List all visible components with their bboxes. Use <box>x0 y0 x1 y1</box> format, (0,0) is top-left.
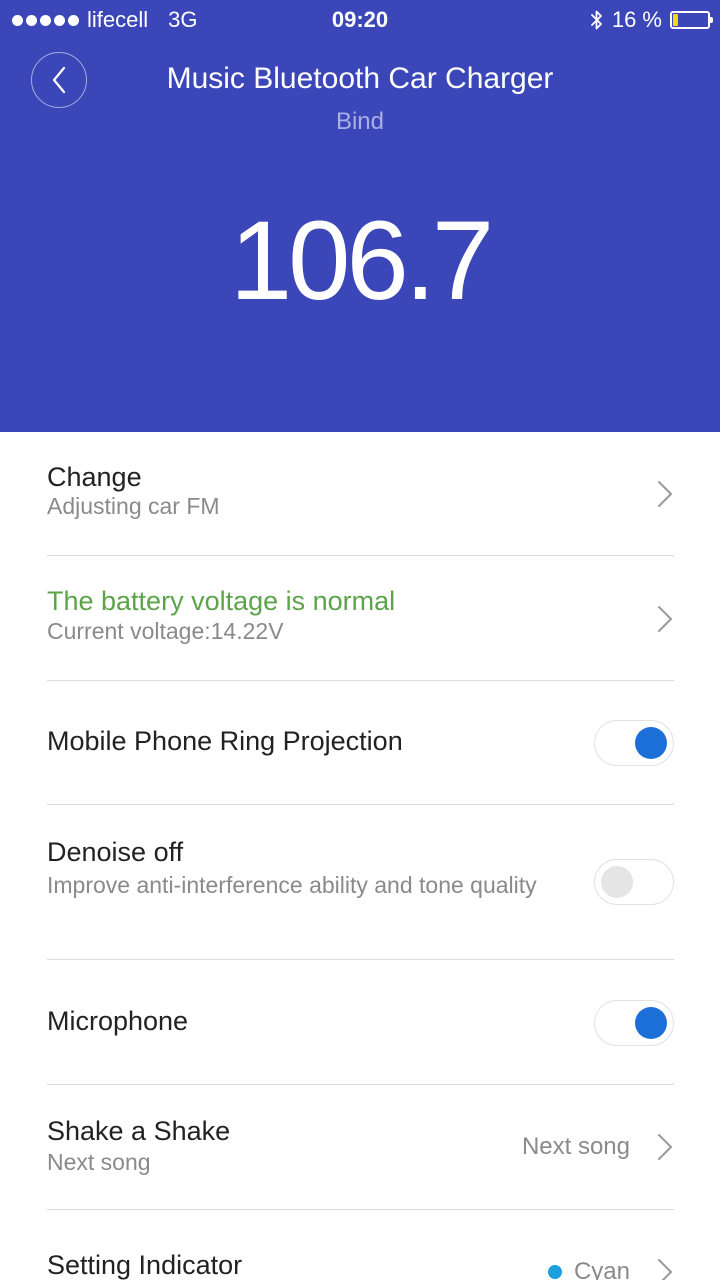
microphone-title: Microphone <box>47 1006 189 1036</box>
ring-projection-row: Mobile Phone Ring Projection <box>47 681 674 805</box>
denoise-subtitle: Improve anti-interference ability and to… <box>47 872 537 898</box>
microphone-row: Microphone <box>47 960 674 1085</box>
battery-fill <box>673 14 679 26</box>
toggle-knob <box>635 727 667 759</box>
battery-status-title: The battery voltage is normal <box>47 586 396 616</box>
battery-voltage-subtitle: Current voltage:14.22V <box>47 618 284 644</box>
indicator-title: Setting Indicator <box>47 1250 243 1280</box>
ring-projection-title: Mobile Phone Ring Projection <box>47 726 403 756</box>
battery-percent: 16 % <box>611 7 662 32</box>
change-frequency-row[interactable]: Change Adjusting car FM <box>47 432 674 556</box>
toggle-knob <box>601 866 633 898</box>
status-bar: lifecell 3G 09:20 16 % <box>0 0 720 40</box>
indicator-value: Cyan <box>547 1258 630 1280</box>
denoise-title: Denoise off <box>47 837 184 867</box>
denoise-row: Denoise off Improve anti-interference ab… <box>47 805 674 960</box>
ring-projection-toggle[interactable] <box>594 720 674 766</box>
chevron-right-icon <box>658 1259 672 1280</box>
status-right: 16 % <box>590 7 713 33</box>
toggle-knob <box>635 1007 667 1039</box>
shake-row[interactable]: Shake a Shake Next song Next song <box>47 1085 674 1210</box>
shake-title: Shake a Shake <box>47 1116 231 1146</box>
indicator-row[interactable]: Setting Indicator Cyan <box>47 1210 674 1280</box>
denoise-toggle[interactable] <box>594 859 674 905</box>
header-panel: lifecell 3G 09:20 16 % Music Bluetooth C… <box>0 0 720 432</box>
settings-list: Change Adjusting car FM The battery volt… <box>0 432 720 1280</box>
battery-icon <box>670 11 713 29</box>
shake-subtitle: Next song <box>47 1149 151 1175</box>
shake-value: Next song <box>522 1133 630 1161</box>
page-title: Music Bluetooth Car Charger <box>166 62 554 95</box>
change-title: Change <box>47 462 142 492</box>
cyan-dot-icon <box>547 1265 562 1279</box>
bluetooth-icon <box>590 10 602 30</box>
change-subtitle: Adjusting car FM <box>47 493 220 519</box>
bind-link[interactable]: Bind <box>0 108 720 136</box>
microphone-toggle[interactable] <box>594 1000 674 1046</box>
fm-frequency: 106.7 <box>229 198 494 323</box>
chevron-right-icon <box>658 481 672 507</box>
battery-voltage-row[interactable]: The battery voltage is normal Current vo… <box>47 556 674 681</box>
chevron-right-icon <box>658 1134 672 1160</box>
shake-value-label: Next song <box>521 1133 630 1160</box>
indicator-value-label: Cyan <box>573 1258 630 1280</box>
chevron-right-icon <box>658 606 672 632</box>
